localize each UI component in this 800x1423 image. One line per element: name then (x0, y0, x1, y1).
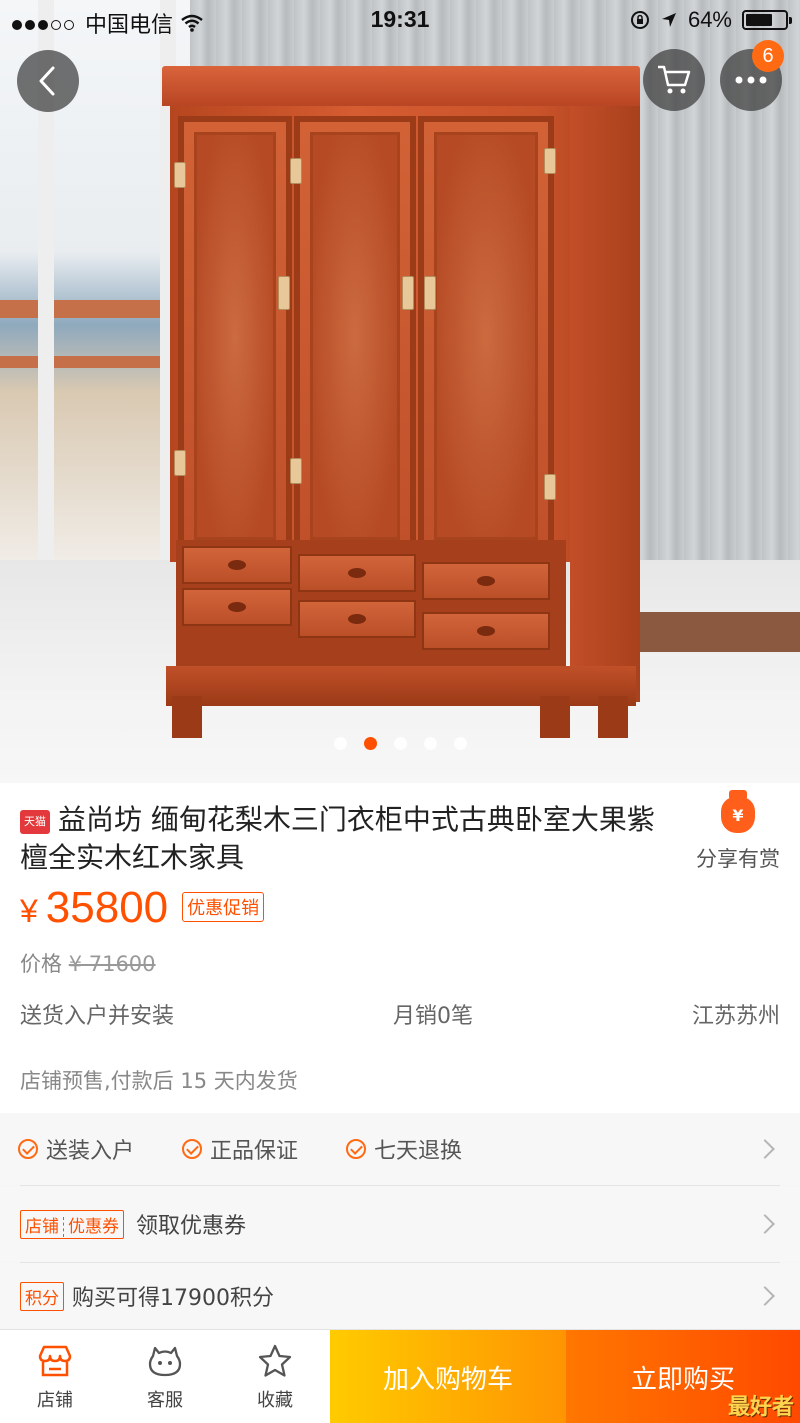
check-circle-icon (346, 1139, 367, 1159)
shop-label: 店铺 (37, 1389, 73, 1411)
original-price-row: 价格 ¥ 71600 (20, 948, 156, 978)
back-button[interactable] (17, 50, 79, 112)
rotation-lock-icon (630, 11, 649, 29)
delivery-info: 送货入户并安装 (20, 1004, 175, 1029)
location-arrow-icon (661, 13, 676, 27)
service-label: 七天退换 (374, 1139, 463, 1164)
check-circle-icon (182, 1139, 203, 1159)
service-item: 七天退换 (346, 1133, 462, 1165)
presale-notice: 店铺预售,付款后 15 天内发货 (20, 1069, 298, 1093)
pager-dot (333, 737, 347, 750)
current-price: 35800 (45, 883, 169, 932)
service-item: 送装入户 (18, 1133, 134, 1165)
cart-button[interactable] (643, 49, 705, 111)
share-reward-label: 分享有赏 (696, 847, 780, 871)
share-reward-button[interactable]: ¥ 分享有赏 (690, 790, 786, 873)
tmall-logo-icon: 天猫 (20, 810, 50, 834)
product-meta: 送货入户并安装 月销0笔 江苏苏州 (20, 998, 780, 1030)
price-row: ¥ 35800 优惠促销 (20, 883, 265, 933)
store-icon (36, 1342, 74, 1380)
customer-service-button[interactable]: 客服 (110, 1330, 220, 1423)
points-text: 购买可得17900积分 (72, 1286, 274, 1311)
points-tag: 积分 (20, 1281, 64, 1311)
service-item: 正品保证 (182, 1133, 298, 1165)
cart-count-badge: 6 (752, 40, 784, 72)
product-info: 天猫 益尚坊 缅甸花梨木三门衣柜中式古典卧室大果紫檀全实木红木家具 ¥ 分享有赏 … (0, 783, 800, 1113)
service-face-icon (146, 1342, 184, 1380)
shopping-cart-icon (658, 65, 691, 94)
bottom-action-bar: 店铺 客服 收藏 加入购物车 立即购买 最好者 (0, 1329, 800, 1423)
original-price-label: 价格 (20, 952, 62, 976)
coupon-text: 领取优惠券 (136, 1214, 247, 1239)
watermark-logo: 最好者 (727, 1395, 794, 1420)
add-to-cart-button[interactable]: 加入购物车 (330, 1330, 566, 1423)
background-baseboard (630, 612, 800, 652)
star-icon (256, 1342, 294, 1380)
chevron-right-icon (755, 1214, 775, 1234)
buy-now-button[interactable]: 立即购买 最好者 (566, 1330, 800, 1423)
battery-percent: 64% (687, 7, 732, 32)
currency-symbol: ¥ (20, 893, 38, 929)
product-title: 天猫 益尚坊 缅甸花梨木三门衣柜中式古典卧室大果紫檀全实木红木家具 (20, 801, 670, 877)
service-label: 正品保证 (210, 1139, 299, 1164)
ship-location: 江苏苏州 (691, 1004, 780, 1029)
pager-dot (453, 737, 467, 750)
product-image-wardrobe (162, 66, 640, 738)
background-railing (0, 300, 170, 470)
pager-dot (423, 737, 437, 750)
monthly-sales: 月销0笔 (393, 1004, 473, 1029)
pager-dot (393, 737, 407, 750)
more-dots-icon (735, 76, 767, 84)
favorite-button[interactable]: 收藏 (220, 1330, 330, 1423)
product-image-carousel[interactable] (0, 0, 800, 783)
original-price: ¥ 71600 (68, 952, 156, 976)
status-bar: 中国电信 19:31 64% (0, 0, 800, 40)
service-label: 客服 (147, 1389, 183, 1411)
chevron-left-icon (39, 66, 55, 96)
shop-coupon-tag: 店铺 优惠券 (20, 1209, 124, 1239)
service-label: 送装入户 (46, 1139, 135, 1164)
pager-dot (363, 737, 377, 750)
money-bag-icon: ¥ (721, 790, 755, 833)
chevron-right-icon (755, 1286, 775, 1306)
service-guarantees-row[interactable]: 送装入户 正品保证 七天退换 (0, 1113, 800, 1185)
favorite-label: 收藏 (257, 1389, 293, 1411)
product-title-text: 益尚坊 缅甸花梨木三门衣柜中式古典卧室大果紫檀全实木红木家具 (20, 803, 655, 874)
chevron-right-icon (755, 1139, 775, 1159)
points-row[interactable]: 积分 购买可得17900积分 (0, 1263, 800, 1329)
carousel-pager (0, 737, 800, 750)
promo-tag: 优惠促销 (182, 892, 265, 922)
coupon-row[interactable]: 店铺 优惠券 领取优惠券 (0, 1186, 800, 1262)
shop-button[interactable]: 店铺 (0, 1330, 110, 1423)
check-circle-icon (18, 1139, 38, 1159)
battery-icon (742, 10, 792, 30)
